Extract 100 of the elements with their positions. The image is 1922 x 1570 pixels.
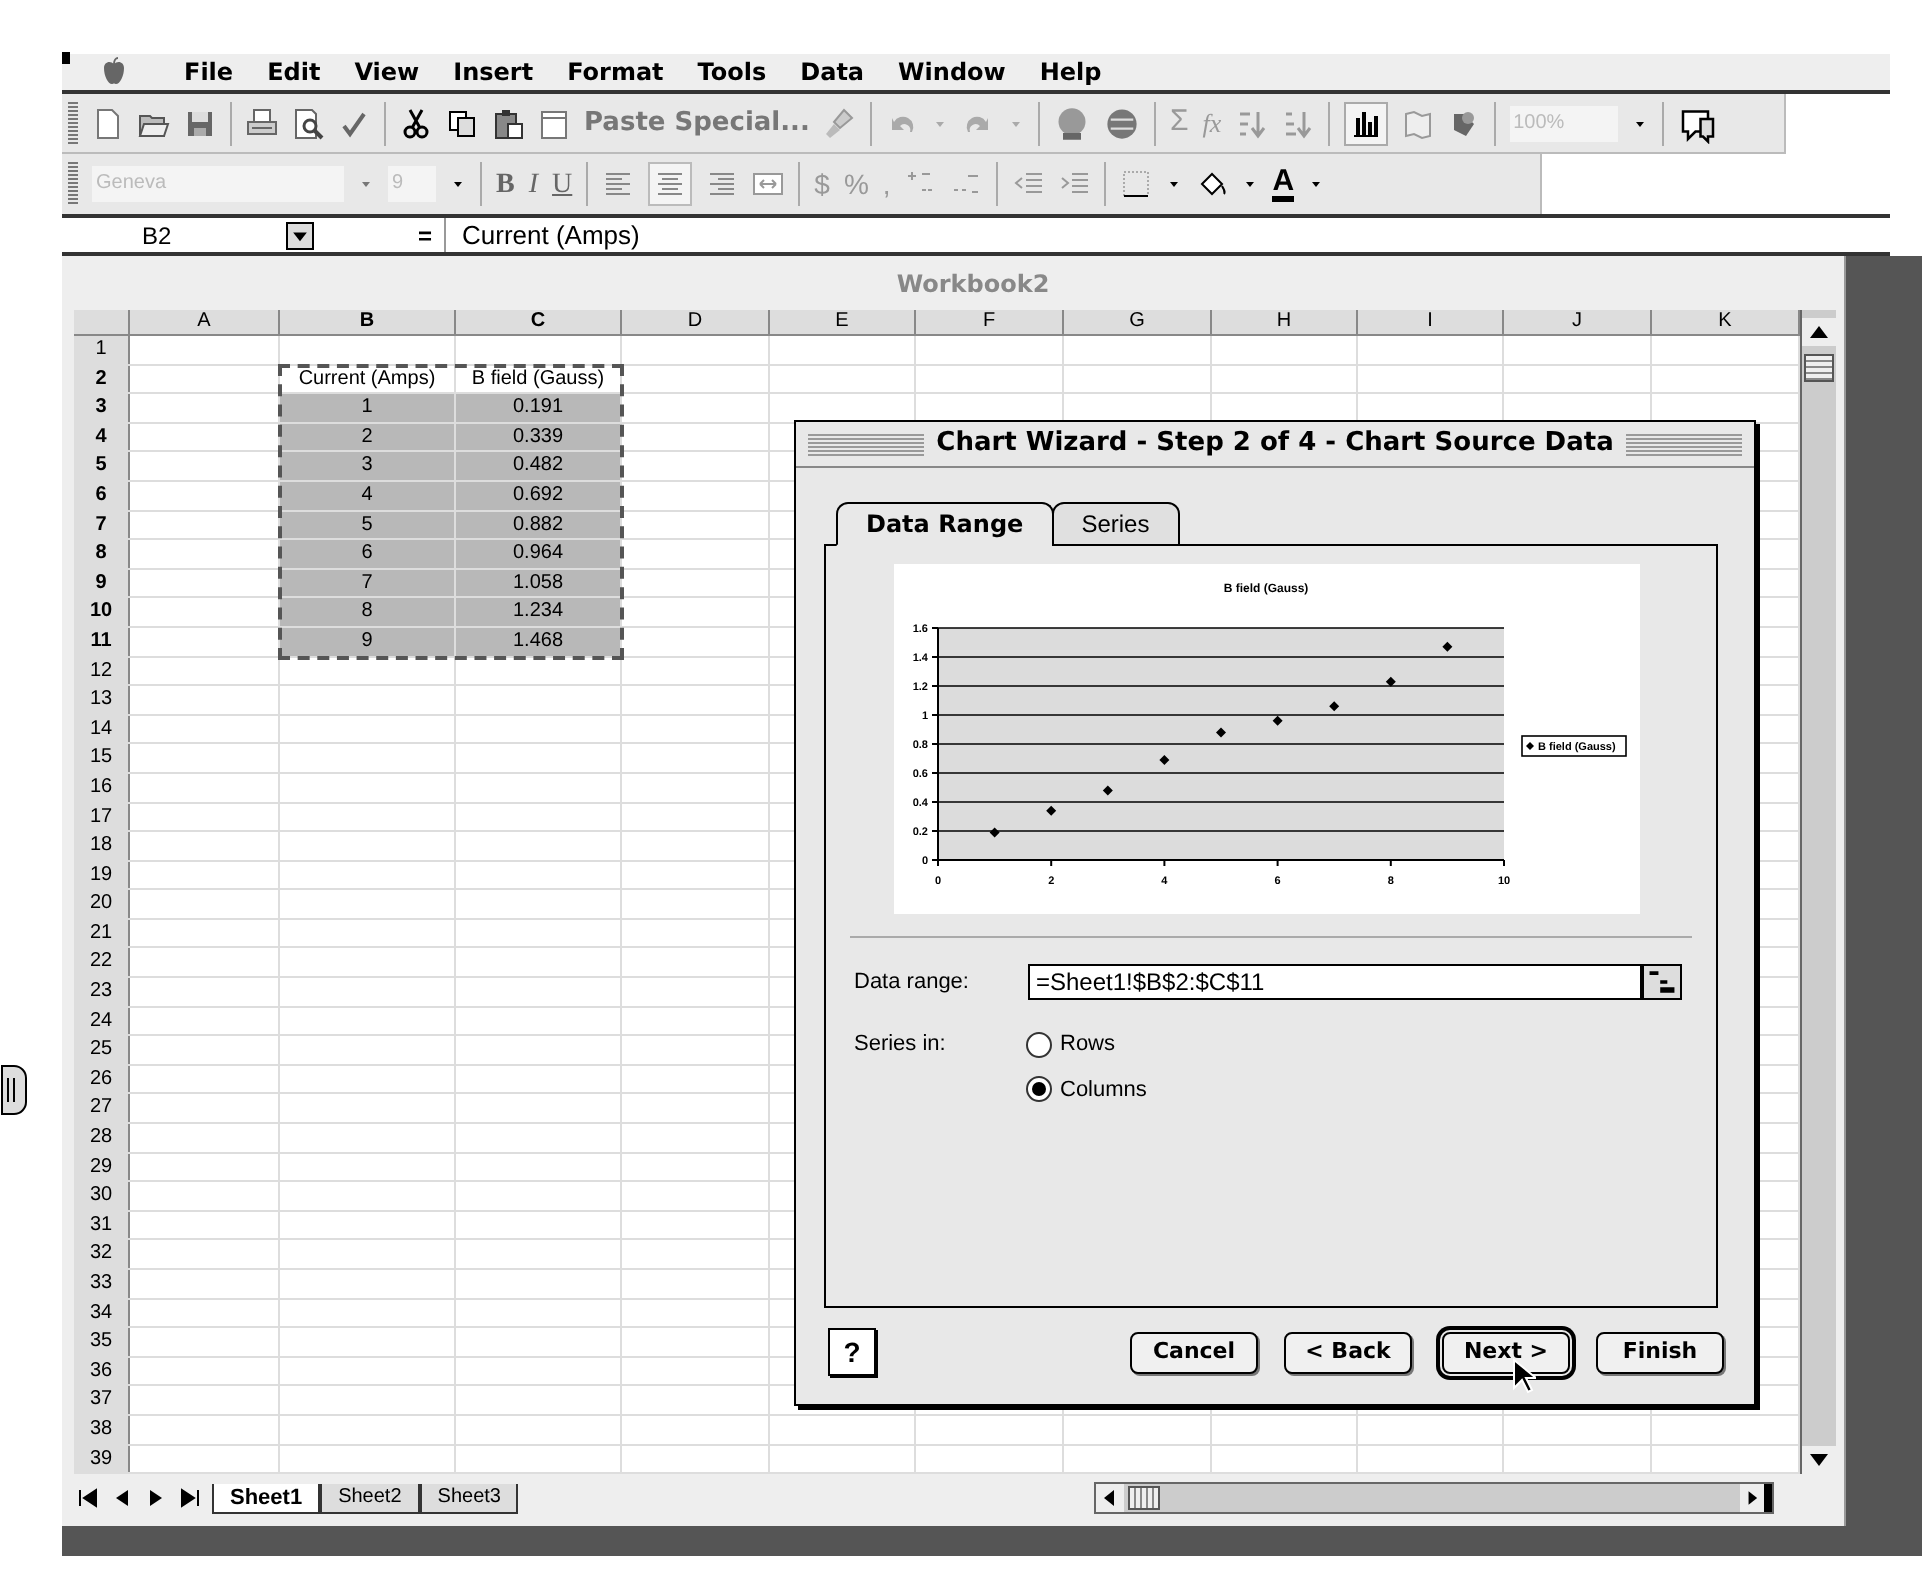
- last-sheet-icon[interactable]: [176, 1484, 204, 1513]
- row-header[interactable]: 23: [74, 978, 130, 1006]
- table-cell[interactable]: 0.191: [456, 394, 622, 422]
- column-header[interactable]: G: [1064, 310, 1212, 334]
- table-cell[interactable]: 0.882: [456, 511, 622, 539]
- align-center-icon[interactable]: [648, 162, 693, 206]
- copy-icon[interactable]: [446, 107, 478, 139]
- row-header[interactable]: 18: [74, 832, 130, 860]
- menu-item[interactable]: Data: [800, 54, 865, 90]
- bold-button[interactable]: B: [496, 163, 515, 205]
- row-header[interactable]: 10: [74, 598, 130, 626]
- row-header[interactable]: 35: [74, 1328, 130, 1356]
- row-header[interactable]: 26: [74, 1065, 130, 1093]
- row-header[interactable]: 13: [74, 686, 130, 714]
- align-right-icon[interactable]: [706, 168, 739, 200]
- row-header[interactable]: 11: [74, 627, 130, 656]
- row-header[interactable]: 39: [74, 1445, 130, 1473]
- vertical-scrollbar[interactable]: [1800, 310, 1836, 1474]
- table-cell[interactable]: 7: [280, 569, 456, 597]
- table-cell[interactable]: 0.964: [456, 540, 622, 568]
- table-cell[interactable]: 9: [280, 627, 456, 656]
- drawer-handle-icon[interactable]: [0, 1064, 28, 1116]
- dialog-button[interactable]: < Back: [1284, 1331, 1412, 1373]
- italic-button[interactable]: I: [528, 163, 539, 205]
- row-header[interactable]: 8: [74, 540, 130, 568]
- first-sheet-icon[interactable]: [74, 1484, 102, 1513]
- row-header[interactable]: 28: [74, 1124, 130, 1152]
- merge-center-icon[interactable]: [752, 168, 785, 200]
- horizontal-scrollbar[interactable]: [1094, 1482, 1775, 1515]
- row-header[interactable]: 25: [74, 1036, 130, 1064]
- row-header[interactable]: 31: [74, 1211, 130, 1239]
- row-header[interactable]: 29: [74, 1153, 130, 1181]
- row-header[interactable]: 12: [74, 657, 130, 685]
- table-cell[interactable]: 1.058: [456, 569, 622, 597]
- align-left-icon[interactable]: [602, 168, 635, 200]
- table-cell[interactable]: 3: [280, 452, 456, 480]
- table-cell[interactable]: 1.468: [456, 627, 622, 656]
- row-header[interactable]: 27: [74, 1094, 130, 1123]
- row-header[interactable]: 6: [74, 481, 130, 510]
- collapse-dialog-icon[interactable]: [1642, 964, 1682, 1000]
- paste-icon[interactable]: [492, 107, 524, 139]
- underline-button[interactable]: U: [552, 163, 573, 205]
- menu-item[interactable]: Edit: [267, 54, 321, 90]
- dropdown-icon[interactable]: [286, 221, 314, 249]
- row-header[interactable]: 21: [74, 919, 130, 947]
- paste-special-button[interactable]: Paste Special...: [584, 103, 810, 143]
- dialog-button[interactable]: Finish: [1596, 1331, 1724, 1373]
- row-header[interactable]: 14: [74, 715, 130, 743]
- scroll-thumb[interactable]: [1804, 354, 1834, 382]
- radio-label[interactable]: Columns: [1060, 1073, 1147, 1106]
- radio-button[interactable]: [1026, 1031, 1052, 1058]
- fill-color-icon[interactable]: [1196, 168, 1229, 200]
- select-all-corner[interactable]: [74, 310, 130, 334]
- table-cell[interactable]: 1: [280, 394, 456, 422]
- row-header[interactable]: 7: [74, 511, 130, 539]
- table-cell[interactable]: 6: [280, 540, 456, 568]
- row-header[interactable]: 17: [74, 803, 130, 831]
- row-header[interactable]: 37: [74, 1386, 130, 1414]
- row-header[interactable]: 5: [74, 452, 130, 480]
- row-header[interactable]: 19: [74, 861, 130, 889]
- scissors-icon[interactable]: [400, 107, 432, 139]
- row-header[interactable]: 16: [74, 773, 130, 801]
- globe-icon[interactable]: [1103, 105, 1140, 141]
- table-cell[interactable]: 2: [280, 423, 456, 451]
- name-box[interactable]: B2: [62, 217, 286, 253]
- menu-item[interactable]: File: [184, 54, 234, 90]
- calendar-icon[interactable]: [538, 107, 570, 139]
- toolbar-grip[interactable]: [68, 101, 78, 145]
- row-header[interactable]: 4: [74, 423, 130, 451]
- borders-icon[interactable]: [1120, 168, 1153, 200]
- formula-field[interactable]: Current (Amps): [444, 218, 1890, 252]
- column-header[interactable]: H: [1212, 310, 1358, 334]
- column-header[interactable]: K: [1652, 310, 1800, 334]
- table-cell[interactable]: 4: [280, 481, 456, 510]
- toolbar-grip[interactable]: [68, 162, 78, 206]
- bar-chart-icon[interactable]: [1343, 101, 1388, 145]
- table-cell[interactable]: 5: [280, 511, 456, 539]
- row-header[interactable]: 9: [74, 569, 130, 597]
- column-header[interactable]: D: [622, 310, 770, 334]
- font-color-button[interactable]: A: [1272, 167, 1295, 201]
- column-header[interactable]: A: [130, 310, 280, 334]
- scroll-thumb[interactable]: [1128, 1486, 1161, 1511]
- help-button[interactable]: ?: [828, 1328, 876, 1376]
- sheet-tab[interactable]: Sheet3: [419, 1484, 519, 1515]
- row-header[interactable]: 15: [74, 744, 130, 772]
- row-header[interactable]: 38: [74, 1415, 130, 1444]
- menu-item[interactable]: Format: [567, 54, 664, 90]
- menu-item[interactable]: Help: [1039, 54, 1102, 90]
- dialog-button[interactable]: Cancel: [1130, 1331, 1258, 1373]
- row-header[interactable]: 36: [74, 1357, 130, 1385]
- row-header[interactable]: 2: [74, 365, 130, 393]
- new-document-icon[interactable]: [92, 107, 124, 139]
- printer-icon[interactable]: [246, 107, 278, 139]
- row-header[interactable]: 30: [74, 1182, 130, 1210]
- print-preview-icon[interactable]: [292, 107, 324, 139]
- table-cell[interactable]: 0.692: [456, 481, 622, 510]
- apple-icon[interactable]: [98, 56, 130, 88]
- column-header[interactable]: E: [770, 310, 916, 334]
- radio-button[interactable]: [1026, 1076, 1052, 1103]
- table-cell[interactable]: 8: [280, 598, 456, 626]
